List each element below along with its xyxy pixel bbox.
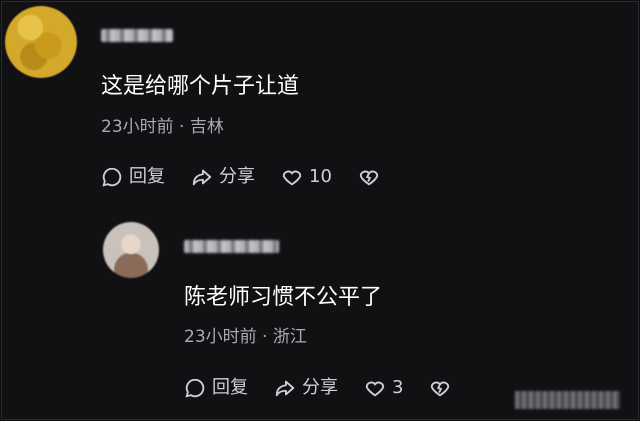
like-button[interactable]: 10 [281, 166, 332, 188]
heart-outline-icon [282, 170, 302, 186]
comment-panel [1, 1, 639, 420]
speech-bubble-icon [185, 378, 205, 398]
watermark-blurred [515, 391, 620, 409]
reply-label: 回复 [129, 166, 165, 187]
reply-like-button[interactable]: 3 [364, 377, 403, 399]
reply-dislike-button[interactable] [429, 377, 457, 399]
like-count: 10 [309, 166, 332, 187]
heart-outline-icon [365, 381, 385, 397]
comment-meta: 23小时前 · 吉林 [101, 117, 224, 137]
reply-avatar[interactable] [103, 222, 159, 278]
reply-meta: 23小时前 · 浙江 [184, 327, 307, 347]
comment-actions: 回复 分享 10 [101, 166, 412, 188]
comment-text: 这是给哪个片子让道 [101, 74, 300, 99]
speech-bubble-icon [102, 167, 122, 187]
reply-button[interactable]: 回复 [101, 166, 165, 188]
reply-username-blurred[interactable] [184, 240, 279, 253]
reply-reply-label: 回复 [212, 377, 248, 398]
avatar[interactable] [5, 6, 77, 78]
broken-heart-icon [359, 170, 379, 186]
reply-like-count: 3 [392, 377, 404, 398]
share-button[interactable]: 分享 [191, 166, 255, 188]
dislike-button[interactable] [358, 166, 386, 188]
broken-heart-icon [431, 381, 450, 397]
share-arrow-icon [192, 169, 212, 186]
share-label: 分享 [219, 166, 255, 187]
username-blurred[interactable] [101, 29, 173, 42]
share-arrow-icon [275, 380, 295, 397]
reply-text: 陈老师习惯不公平了 [184, 285, 383, 310]
reply-actions: 回复 分享 3 [184, 377, 483, 399]
reply-reply-button[interactable]: 回复 [184, 377, 248, 399]
reply-share-button[interactable]: 分享 [274, 377, 338, 399]
reply-share-label: 分享 [302, 377, 338, 398]
